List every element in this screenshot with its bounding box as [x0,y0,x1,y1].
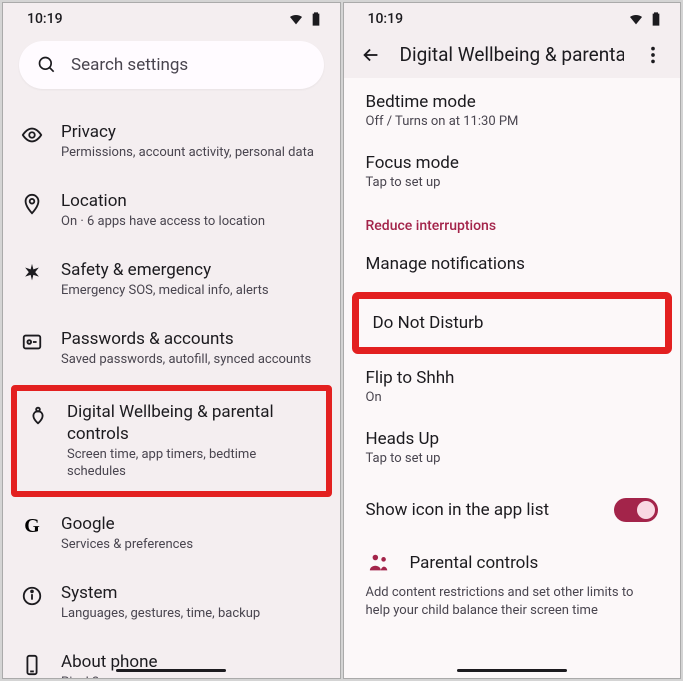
parental-icon [366,552,392,574]
highlight-dnd: Do Not Disturb [352,292,673,354]
back-icon[interactable] [360,44,382,66]
title: Passwords & accounts [61,328,322,350]
title: Digital Wellbeing & parental controls [67,401,316,445]
wellbeing-icon [27,404,49,426]
item-parental-controls[interactable]: Parental controls [344,540,681,578]
item-passwords[interactable]: Passwords & accounts Saved passwords, au… [3,314,340,383]
section-reduce: Reduce interruptions [344,204,681,240]
item-google[interactable]: G Google Services & preferences [3,499,340,568]
search-settings[interactable]: Search settings [19,41,324,89]
google-icon: G [24,515,40,538]
item-manage-notifications[interactable]: Manage notifications [344,240,681,288]
privacy-icon [21,124,43,146]
subtitle: Off / Turns on at 11:30 PM [366,114,659,129]
subtitle: Tap to set up [366,451,659,466]
status-icons [288,11,324,27]
title: Privacy [61,121,322,143]
battery-icon [308,11,324,27]
asterisk-icon [21,262,43,284]
title: Heads Up [366,429,659,449]
wifi-icon [628,11,644,27]
item-safety[interactable]: Safety & emergency Emergency SOS, medica… [3,245,340,314]
item-digital-wellbeing[interactable]: Digital Wellbeing & parental controls Sc… [17,391,326,491]
nav-handle[interactable] [457,669,567,672]
item-system[interactable]: System Languages, gestures, time, backup [3,568,340,637]
subtitle: Services & preferences [61,537,322,554]
battery-icon [648,11,664,27]
item-do-not-disturb[interactable]: Do Not Disturb [359,299,666,347]
info-icon [21,585,43,607]
subtitle: Tap to set up [366,175,659,190]
show-icon-toggle[interactable] [614,498,658,522]
title: Safety & emergency [61,259,322,281]
more-icon[interactable] [642,44,664,66]
search-icon [37,55,57,75]
item-about-phone[interactable]: About phone Pixel 3 [3,637,340,679]
subtitle: Saved passwords, autofill, synced accoun… [61,352,322,369]
status-icons [628,11,664,27]
settings-screen: 10:19 Search settings Privacy Permission… [2,2,341,679]
status-time: 10:19 [27,11,63,27]
title: Flip to Shhh [366,368,659,388]
item-heads-up[interactable]: Heads Up Tap to set up [344,419,681,480]
item-privacy[interactable]: Privacy Permissions, account activity, p… [3,107,340,176]
search-placeholder: Search settings [71,55,188,75]
wellbeing-screen: 10:19 Digital Wellbeing & parental... Be… [343,2,682,679]
title: Manage notifications [366,254,659,274]
title: Focus mode [366,153,659,173]
phone-icon [21,654,43,676]
app-bar-title: Digital Wellbeing & parental... [400,43,625,66]
subtitle: Screen time, app timers, bedtime schedul… [67,447,316,481]
key-icon [21,331,43,353]
title: Location [61,190,322,212]
subtitle: Languages, gestures, time, backup [61,606,322,623]
item-focus[interactable]: Focus mode Tap to set up [344,143,681,204]
title: Show icon in the app list [366,500,550,520]
title: Parental controls [410,553,539,573]
subtitle: On [366,390,659,405]
item-show-icon[interactable]: Show icon in the app list [344,480,681,540]
status-time: 10:19 [368,11,404,27]
item-flip-shhh[interactable]: Flip to Shhh On [344,358,681,419]
status-bar: 10:19 [3,3,340,31]
subtitle: Pixel 3 [61,675,322,679]
subtitle: On · 6 apps have access to location [61,214,322,231]
highlight-digital-wellbeing: Digital Wellbeing & parental controls Sc… [11,385,332,497]
status-bar: 10:19 [344,3,681,31]
title: Do Not Disturb [373,313,652,333]
location-icon [21,193,43,215]
subtitle: Emergency SOS, medical info, alerts [61,283,322,300]
nav-handle[interactable] [116,669,226,672]
title: Bedtime mode [366,92,659,112]
parental-desc: Add content restrictions and set other l… [344,578,681,620]
wifi-icon [288,11,304,27]
subtitle: Permissions, account activity, personal … [61,145,322,162]
app-bar: Digital Wellbeing & parental... [344,31,681,78]
item-bedtime[interactable]: Bedtime mode Off / Turns on at 11:30 PM [344,82,681,143]
item-location[interactable]: Location On · 6 apps have access to loca… [3,176,340,245]
title: Google [61,513,322,535]
title: System [61,582,322,604]
